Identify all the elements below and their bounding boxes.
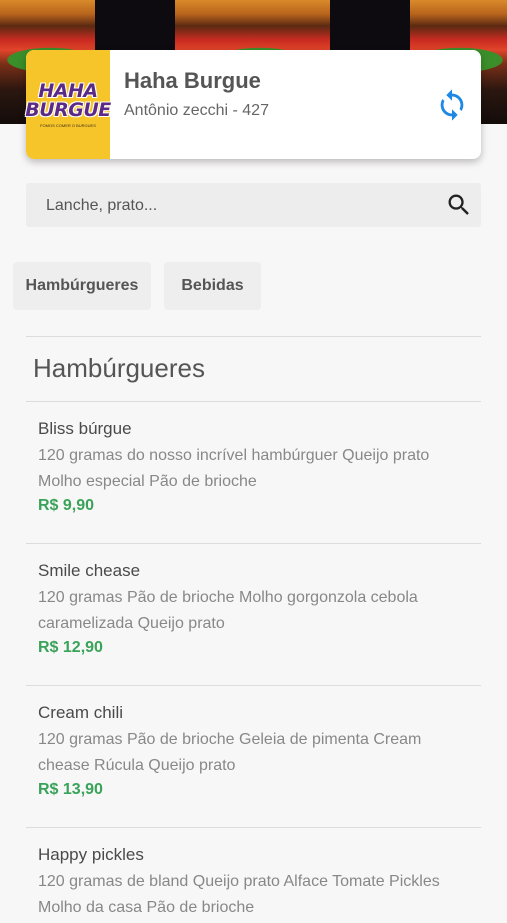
- menu-item-description: 120 gramas Pão de brioche Geleia de pime…: [38, 731, 422, 774]
- menu-item-description: 120 gramas do nosso incrível hambúrguer …: [38, 447, 430, 490]
- section-title: Hambúrgueres: [33, 353, 205, 383]
- divider: [26, 543, 481, 544]
- menu-item[interactable]: Happy pickles 120 gramas de bland Queijo…: [38, 844, 468, 923]
- logo-text-line2: BURGUE: [25, 98, 111, 121]
- divider: [26, 685, 481, 686]
- logo-text-line1: HAHA: [38, 79, 98, 102]
- menu-item-price: R$ 13,90: [38, 781, 103, 798]
- search-input[interactable]: [44, 183, 438, 229]
- menu-item-price: R$ 9,90: [38, 497, 95, 514]
- menu-item-name: Smile chease: [38, 561, 141, 580]
- menu-item-price: R$ 12,90: [38, 639, 103, 656]
- store-info-card: HAHA BURGUE FOMOS COMER O BURGUES Haha B…: [25, 50, 481, 159]
- search-bar: [26, 183, 481, 229]
- store-name: Haha Burgue: [124, 68, 261, 93]
- menu-item-description: 120 gramas de bland Queijo prato Alface …: [38, 873, 440, 916]
- category-chip-hamburgueres[interactable]: Hambúrgueres: [13, 262, 151, 310]
- store-address: Antônio zecchi - 427: [124, 102, 269, 119]
- refresh-icon[interactable]: [435, 88, 469, 122]
- menu-item[interactable]: Smile chease 120 gramas Pão de brioche M…: [38, 560, 468, 657]
- logo-tagline: FOMOS COMER O BURGUES: [40, 122, 96, 128]
- search-icon[interactable]: [445, 191, 473, 219]
- menu-item-name: Bliss búrgue: [38, 419, 132, 438]
- divider: [26, 401, 481, 402]
- category-chip-bebidas[interactable]: Bebidas: [164, 262, 261, 310]
- store-logo: HAHA BURGUE FOMOS COMER O BURGUES: [25, 50, 111, 159]
- menu-item[interactable]: Bliss búrgue 120 gramas do nosso incríve…: [38, 418, 468, 515]
- menu-item-description: 120 gramas Pão de brioche Molho gorgonzo…: [38, 589, 418, 632]
- divider: [26, 336, 481, 337]
- menu-item[interactable]: Cream chili 120 gramas Pão de brioche Ge…: [38, 702, 468, 799]
- menu-item-name: Cream chili: [38, 703, 124, 722]
- menu-item-name: Happy pickles: [38, 845, 144, 864]
- divider: [26, 827, 481, 828]
